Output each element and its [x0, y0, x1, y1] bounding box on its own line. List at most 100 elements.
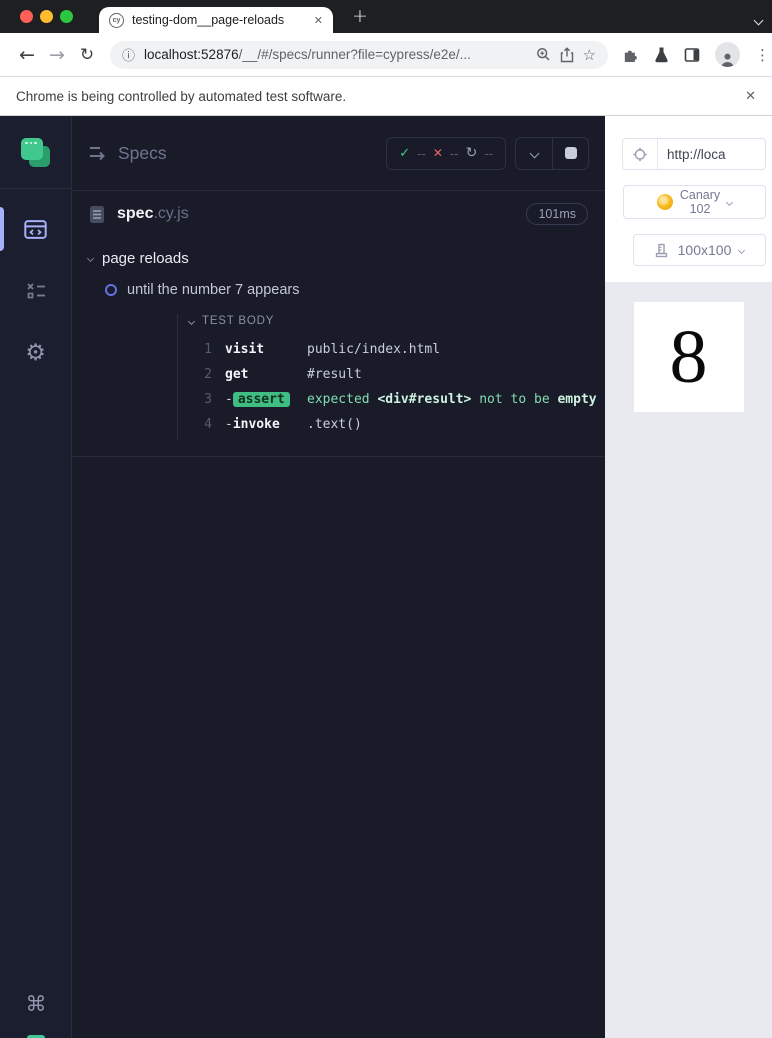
flask-extension-icon[interactable] [654, 46, 669, 63]
test-body-header[interactable]: TEST BODY [178, 315, 605, 327]
cypress-app: ⚙ ⌘ Specs ✓ -- ✕ -- ↻ -- spec.cy.js 101m… [0, 116, 772, 1038]
aut-stage: 8 [605, 282, 772, 1038]
active-indicator [0, 207, 4, 251]
url-bar-divider [657, 139, 658, 169]
forward-icon[interactable]: → [42, 44, 72, 66]
suite-row[interactable]: page reloads [86, 250, 605, 267]
stop-button[interactable] [552, 137, 588, 169]
sidebar-item-specs[interactable] [0, 205, 72, 253]
infobar-message: Chrome is being controlled by automated … [16, 88, 347, 104]
viewport-size: 100x100 [677, 242, 732, 258]
command-name: -invoke [225, 417, 280, 432]
spec-file-name: spec.cy.js [117, 205, 189, 222]
url-path: /__/#/specs/runner?file=cypress/e2e/... [238, 47, 471, 62]
browser-selector[interactable]: Canary 102 [623, 185, 766, 219]
window-controls [20, 10, 73, 23]
browser-tab[interactable]: cy testing-dom__page-reloads ✕ [99, 7, 333, 33]
extensions-puzzle-icon[interactable] [622, 46, 639, 63]
close-window-light[interactable] [20, 10, 33, 23]
command-row-assert[interactable]: 3 - assert expected <div#result> not to b… [178, 387, 605, 412]
pending-icon: ↻ [465, 145, 478, 161]
collapse-all-button[interactable] [516, 138, 552, 169]
cypress-logo [21, 137, 50, 167]
sidebar-item-settings[interactable]: ⚙ [0, 329, 72, 377]
site-info-icon[interactable]: ⓘ [122, 45, 135, 64]
run-controls [515, 136, 589, 170]
tab-title: testing-dom__page-reloads [132, 13, 285, 27]
bookmark-star-icon[interactable]: ☆ [583, 46, 596, 64]
suite-collapse-chevron-icon [86, 254, 95, 263]
address-bar[interactable]: ⓘ localhost:52876/__/#/specs/runner?file… [110, 40, 608, 69]
infobar-close-icon[interactable]: ✕ [745, 89, 756, 104]
command-name: - assert [225, 392, 307, 407]
reporter-header: Specs ✓ -- ✕ -- ↻ -- [72, 116, 605, 190]
duration-badge: 101ms [526, 203, 588, 225]
passed-count: -- [417, 145, 426, 161]
share-icon[interactable] [560, 46, 574, 63]
browser-name: Canary 102 [679, 188, 721, 216]
command-icon: ⌘ [25, 992, 47, 1016]
command-log: 1 visit public/index.html 2 get #result … [178, 337, 605, 437]
viewport-dropdown-chevron-icon [738, 246, 746, 254]
automation-infobar: Chrome is being controlled by automated … [0, 76, 772, 116]
selector-playground-icon[interactable] [623, 147, 657, 162]
command-row[interactable]: 1 visit public/index.html [178, 337, 605, 362]
test-row[interactable]: until the number 7 appears [88, 282, 605, 298]
cypress-favicon: cy [109, 12, 124, 28]
assert-badge: assert [232, 392, 290, 407]
zoom-icon[interactable] [536, 47, 551, 62]
test-title: until the number 7 appears [127, 282, 300, 298]
aut-iframe[interactable]: 8 [633, 302, 744, 412]
aut-header: http://loca Canary 102 100x100 [605, 116, 772, 282]
test-body-section: TEST BODY 1 visit public/index.html 2 ge… [177, 315, 605, 439]
browser-toolbar: ← → ↻ ⓘ localhost:52876/__/#/specs/runne… [0, 33, 772, 76]
url-host: localhost:52876 [144, 47, 239, 62]
command-row[interactable]: 2 get #result [178, 362, 605, 387]
checklist-icon [26, 283, 45, 299]
aut-url-bar[interactable]: http://loca [622, 138, 766, 170]
command-message: public/index.html [307, 342, 441, 357]
viewport-ruler-icon [655, 243, 667, 257]
url-text: localhost:52876/__/#/specs/runner?file=c… [144, 47, 527, 62]
code-window-icon [24, 219, 47, 239]
pending-count: -- [484, 145, 493, 161]
command-row[interactable]: 4 -invoke .text() [178, 412, 605, 437]
test-log: page reloads until the number 7 appears … [72, 250, 605, 457]
maximize-window-light[interactable] [60, 10, 73, 23]
reporter-panel: Specs ✓ -- ✕ -- ↻ -- spec.cy.js 101ms pa… [72, 116, 605, 1038]
keyboard-shortcuts-button[interactable]: ⌘ [0, 992, 72, 1016]
close-tab-icon[interactable]: ✕ [314, 14, 323, 27]
command-name: get [225, 367, 249, 382]
sidebar-item-runs[interactable] [0, 267, 72, 315]
gear-icon: ⚙ [25, 340, 46, 366]
specs-list-toggle-icon[interactable] [88, 144, 108, 162]
tab-strip: cy testing-dom__page-reloads ✕ + [0, 0, 772, 33]
back-icon[interactable]: ← [12, 44, 42, 66]
spec-file-icon [90, 205, 104, 223]
test-running-icon [105, 284, 117, 296]
test-stats: ✓ -- ✕ -- ↻ -- [386, 136, 506, 170]
command-message: #result [307, 367, 362, 382]
new-tab-button[interactable]: + [352, 5, 368, 27]
section-label: TEST BODY [202, 315, 275, 327]
command-name: visit [225, 342, 265, 357]
minimize-window-light[interactable] [40, 10, 53, 23]
viewport-selector[interactable]: 100x100 [633, 234, 766, 266]
side-panel-icon[interactable] [684, 47, 700, 63]
spec-file-row[interactable]: spec.cy.js 101ms [72, 191, 605, 237]
browser-window: cy testing-dom__page-reloads ✕ + ← → ↻ ⓘ… [0, 0, 772, 1038]
cypress-sidebar: ⚙ ⌘ [0, 116, 72, 1038]
browser-dropdown-chevron-icon [726, 198, 734, 206]
command-message: .text() [307, 417, 362, 432]
profile-avatar[interactable] [715, 42, 740, 67]
menu-dots-icon[interactable]: ⋮ [755, 46, 770, 64]
extensions-area: ⋮ [622, 42, 770, 67]
failed-count: -- [449, 145, 459, 161]
tab-search-chevron-icon[interactable] [753, 11, 764, 29]
aut-panel: http://loca Canary 102 100x100 8 [605, 116, 772, 1038]
cypress-logo-block[interactable] [0, 116, 71, 189]
stop-icon [564, 147, 577, 159]
reporter-title: Specs [118, 142, 167, 163]
failed-icon: ✕ [432, 146, 443, 160]
reload-icon[interactable]: ↻ [72, 45, 102, 65]
